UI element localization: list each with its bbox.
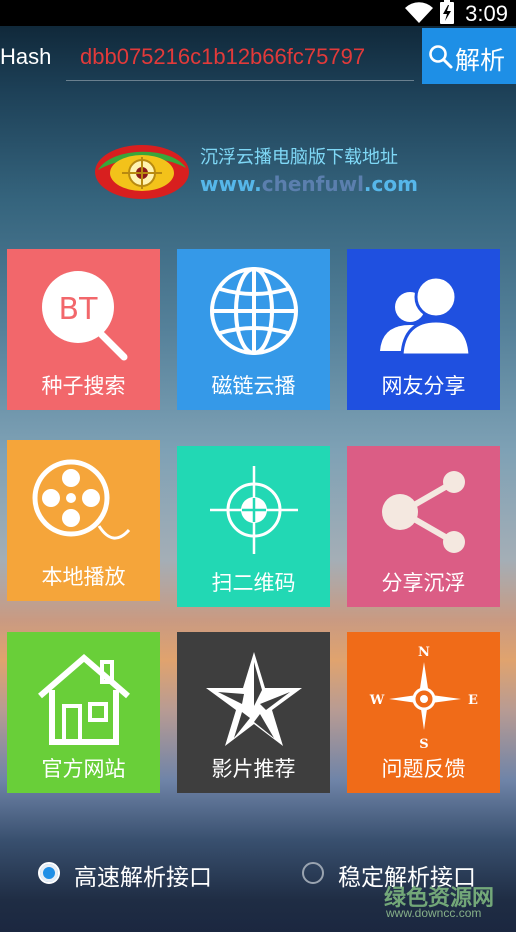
tile-share-chenfu[interactable]: 分享沉浮 — [347, 446, 500, 607]
compass-n: N — [418, 645, 430, 660]
compass-s: S — [419, 737, 428, 750]
watermark-url: www.downcc.com — [386, 906, 482, 920]
compass-w: W — [369, 693, 385, 708]
film-reel-icon — [32, 459, 130, 540]
tile-torrent-search[interactable]: BT 种子搜索 — [7, 249, 160, 410]
tile-scan-qr[interactable]: 扫二维码 — [177, 446, 330, 607]
status-bar: 3:09 — [0, 0, 516, 26]
tile-label: 网友分享 — [381, 374, 466, 398]
tile-feedback[interactable]: N S E W 问题反馈 — [347, 632, 500, 793]
star-icon — [205, 652, 302, 746]
hash-value: dbb075216c1b12b66fc75797 — [80, 44, 366, 69]
radio-stable-interface[interactable] — [302, 862, 324, 884]
wifi-icon — [405, 2, 433, 23]
logo-download-text: 沉浮云播电脑版下载地址 — [200, 147, 398, 168]
logo-url-mid: chenfuwl — [261, 172, 364, 196]
logo-url-suffix: .com — [363, 172, 418, 196]
crosshair-icon — [209, 466, 298, 554]
globe-icon — [209, 267, 298, 355]
radio-fast-interface[interactable] — [38, 862, 60, 884]
share-icon — [381, 471, 465, 553]
bt-icon-text: BT — [58, 292, 98, 327]
tile-local-play[interactable]: 本地播放 — [7, 440, 160, 601]
tile-user-share[interactable]: 网友分享 — [347, 249, 500, 410]
logo-url[interactable]: www.chenfuwl.com — [200, 172, 418, 196]
tile-label: 问题反馈 — [381, 757, 466, 781]
tile-label: 本地播放 — [41, 565, 126, 589]
hash-input[interactable]: dbb075216c1b12b66fc75797 — [66, 36, 414, 81]
tile-label: 影片推荐 — [211, 757, 296, 781]
parse-button[interactable]: 解析 — [422, 28, 516, 84]
users-icon — [379, 275, 472, 357]
battery-icon — [440, 2, 454, 24]
tile-label: 磁链云播 — [211, 374, 296, 398]
tile-label: 种子搜索 — [41, 374, 126, 398]
compass-icon: N S E W — [369, 645, 478, 750]
tile-magnet-cloud-play[interactable]: 磁链云播 — [177, 249, 330, 410]
bt-search-icon: BT — [41, 271, 127, 361]
tile-movie-recommend[interactable]: 影片推荐 — [177, 632, 330, 793]
tile-label: 分享沉浮 — [381, 571, 466, 595]
radio-fast-label[interactable]: 高速解析接口 — [74, 858, 212, 892]
tile-label: 官方网站 — [41, 757, 126, 781]
hash-label: Hash — [0, 44, 52, 69]
house-icon — [37, 654, 130, 745]
search-icon — [429, 45, 453, 69]
app-logo[interactable] — [92, 140, 192, 202]
tile-official-site[interactable]: 官方网站 — [7, 632, 160, 793]
tile-label: 扫二维码 — [211, 571, 296, 595]
logo-url-prefix: www. — [200, 172, 262, 196]
status-time: 3:09 — [465, 1, 508, 26]
parse-button-label: 解析 — [455, 46, 506, 75]
compass-e: E — [468, 693, 478, 708]
